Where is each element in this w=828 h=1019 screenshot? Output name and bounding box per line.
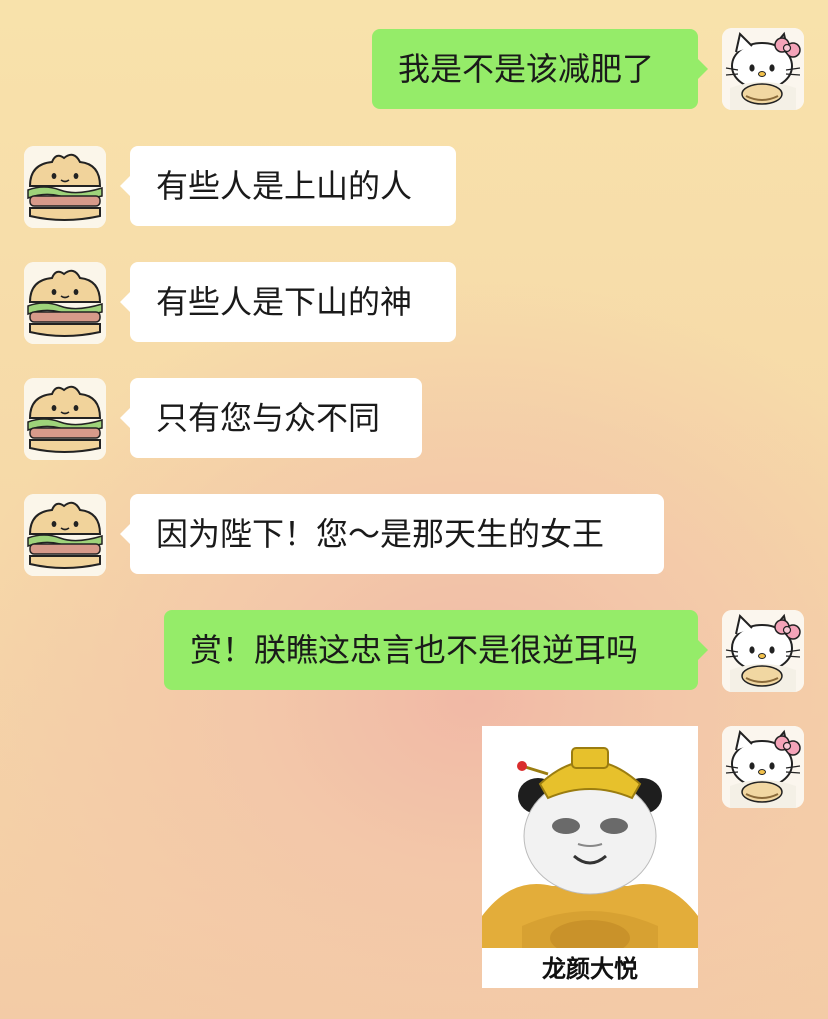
message-bubble-outgoing[interactable]: 我是不是该减肥了 [372, 29, 708, 109]
panda-emperor-sticker[interactable]: 龙颜大悦 [482, 726, 698, 988]
sandwich-bear-icon[interactable] [24, 262, 106, 344]
hello-kitty-icon[interactable] [722, 610, 804, 692]
message-bubble-incoming[interactable]: 有些人是下山的神 [120, 262, 456, 342]
hello-kitty-icon[interactable] [722, 726, 804, 808]
message-bubble-incoming[interactable]: 只有您与众不同 [120, 378, 422, 458]
sandwich-bear-icon[interactable] [24, 146, 106, 228]
hello-kitty-icon[interactable] [722, 28, 804, 110]
sandwich-bear-icon[interactable] [24, 494, 106, 576]
sticker-caption: 龙颜大悦 [542, 955, 638, 983]
sandwich-bear-icon[interactable] [24, 378, 106, 460]
message-bubble-outgoing[interactable]: 赏！朕瞧这忠言也不是很逆耳吗 [164, 610, 708, 690]
message-bubble-incoming[interactable]: 因为陛下！您～是那天生的女王 [120, 494, 664, 574]
message-bubble-incoming[interactable]: 有些人是上山的人 [120, 146, 456, 226]
